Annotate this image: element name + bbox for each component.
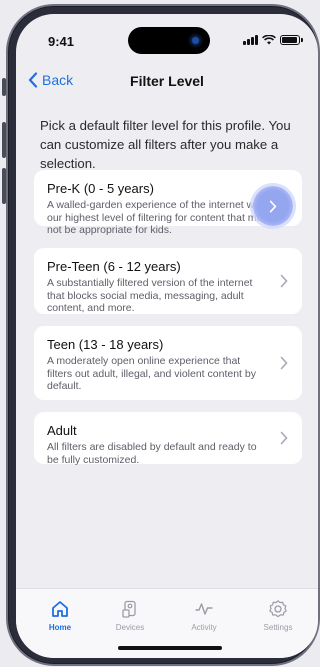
home-icon — [52, 601, 68, 617]
tab-label: Home — [48, 623, 72, 632]
devices-icon — [122, 600, 136, 618]
level-card-pre-teen[interactable]: Pre-Teen (6 - 12 years) A substantially … — [34, 248, 302, 314]
intro-text: Pick a default filter level for this pro… — [40, 118, 291, 171]
side-button-mute — [2, 78, 6, 96]
signal-icon — [243, 35, 258, 45]
level-card-adult[interactable]: Adult All filters are disabled by defaul… — [34, 412, 302, 466]
tab-activity[interactable]: Activity — [174, 599, 234, 632]
level-card-teen[interactable]: Teen (13 - 18 years) A moderately open o… — [34, 326, 302, 400]
chevron-right-icon — [280, 356, 288, 370]
nav-bar: Back Filter Level — [16, 68, 318, 94]
chevron-right-icon — [280, 431, 288, 445]
level-description: A walled-garden experience of the intern… — [47, 199, 268, 236]
tab-label: Activity — [191, 623, 217, 632]
tab-settings[interactable]: Settings — [248, 599, 308, 632]
camera-icon — [187, 32, 204, 49]
home-indicator — [118, 646, 222, 650]
side-button-volume-up — [2, 122, 6, 158]
battery-icon — [280, 35, 303, 45]
dynamic-island — [128, 27, 210, 54]
chevron-right-icon — [280, 274, 288, 288]
tab-label: Settings — [263, 623, 293, 632]
screen: 9:41 Back Filter Level Pick a default fi… — [16, 14, 318, 658]
activity-icon — [195, 603, 213, 615]
level-title: Teen (13 - 18 years) — [47, 337, 164, 352]
level-title: Pre-K (0 - 5 years) — [47, 181, 154, 196]
status-bar: 9:41 — [16, 14, 318, 64]
status-icons — [243, 35, 303, 45]
level-title: Adult — [47, 423, 77, 438]
tab-home[interactable]: Home — [30, 599, 90, 632]
level-description: A substantially filtered version of the … — [47, 277, 253, 314]
page-title: Filter Level — [130, 73, 204, 89]
wifi-icon — [262, 35, 276, 45]
side-button-volume-down — [2, 168, 6, 204]
tab-devices[interactable]: Devices — [100, 599, 160, 632]
status-time: 9:41 — [48, 34, 75, 49]
chevron-right-icon — [269, 200, 277, 212]
level-description: All filters are disabled by default and … — [47, 441, 257, 466]
level-title: Pre-Teen (6 - 12 years) — [47, 259, 181, 274]
settings-icon — [269, 600, 287, 618]
pre-k-chevron-button[interactable] — [253, 186, 293, 226]
level-description: A moderately open online experience that… — [47, 355, 256, 392]
tab-label: Devices — [115, 623, 145, 632]
